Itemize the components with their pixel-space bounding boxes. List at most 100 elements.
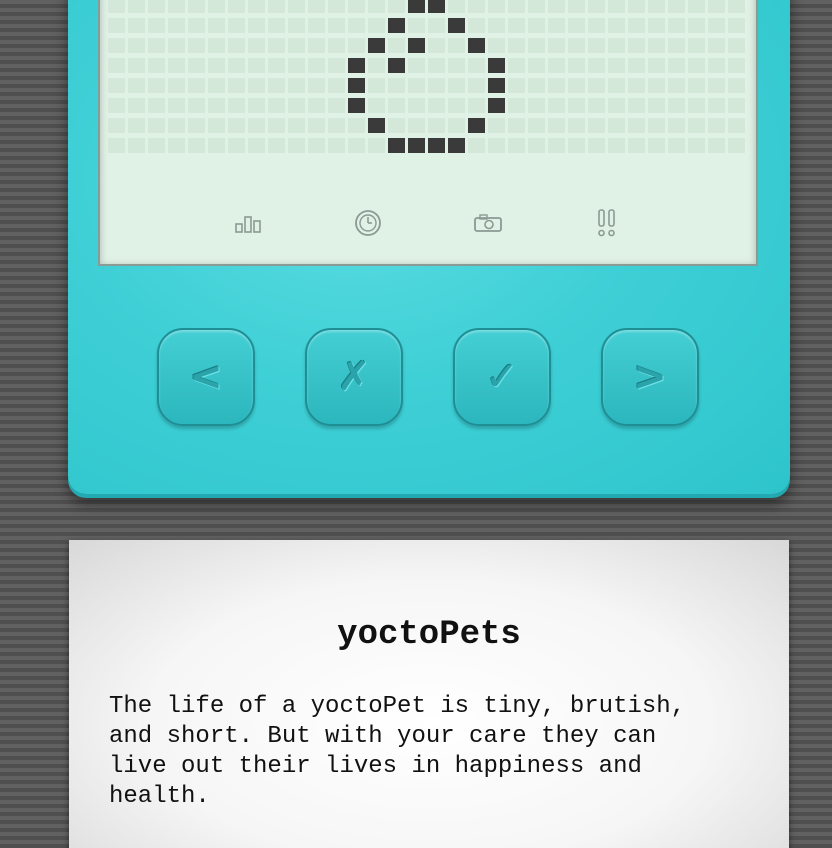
screen-pixel [428, 58, 445, 73]
confirm-button[interactable]: ✓ [453, 328, 551, 426]
screen-pixel [728, 78, 745, 93]
screen-pixel [648, 18, 665, 33]
screen-pixel [308, 18, 325, 33]
screen-pixel [548, 78, 565, 93]
screen-pixel [228, 78, 245, 93]
screen-pixel [328, 118, 345, 133]
screen-pixel [548, 138, 565, 153]
screen-pixel [448, 118, 465, 133]
screen-pixel [208, 98, 225, 113]
screen-pixel [188, 58, 205, 73]
screen-pixel [588, 38, 605, 53]
pet-pixel [408, 38, 425, 53]
info-card: yoctoPets The life of a yoctoPet is tiny… [69, 540, 789, 848]
screen-pixel [648, 78, 665, 93]
screen-pixel [268, 118, 285, 133]
screen-pixel [148, 18, 165, 33]
pet-pixel [388, 58, 405, 73]
screen-pixel [248, 58, 265, 73]
screen-pixel [508, 98, 525, 113]
screen-pixel [208, 18, 225, 33]
screen-pixel [148, 118, 165, 133]
screen-pixel [688, 38, 705, 53]
screen-pixel [228, 58, 245, 73]
screen-pixel [548, 18, 565, 33]
screen-pixel [688, 18, 705, 33]
pet-pixel [348, 98, 365, 113]
screen-pixel [248, 18, 265, 33]
screen-pixel [108, 138, 125, 153]
screen-pixel [408, 98, 425, 113]
screen-pixel [108, 58, 125, 73]
screen-pixel [388, 98, 405, 113]
status-icon-bar [100, 208, 756, 244]
prev-button-label: < [189, 354, 223, 400]
screen-pixel [228, 18, 245, 33]
screen-pixel [488, 38, 505, 53]
screen-pixel [568, 78, 585, 93]
cancel-button[interactable]: ✗ [305, 328, 403, 426]
screen-pixel [468, 138, 485, 153]
stats-icon[interactable] [234, 208, 264, 238]
screen-pixel [448, 0, 465, 13]
screen-pixel [308, 118, 325, 133]
screen-pixel [168, 58, 185, 73]
screen-pixel [488, 138, 505, 153]
screen-pixel [248, 98, 265, 113]
screen-pixel [688, 78, 705, 93]
screen-pixel [688, 98, 705, 113]
screen-pixel [208, 118, 225, 133]
device-screen [98, 0, 758, 266]
screen-pixel [708, 58, 725, 73]
screen-pixel [328, 98, 345, 113]
pet-pixel [448, 138, 465, 153]
pet-pixel [388, 18, 405, 33]
screen-pixel [108, 0, 125, 13]
screen-pixel [428, 18, 445, 33]
screen-pixel [288, 138, 305, 153]
screen-pixel [708, 18, 725, 33]
screen-pixel [288, 98, 305, 113]
camera-icon[interactable] [473, 208, 503, 238]
screen-pixel [688, 58, 705, 73]
screen-pixel [568, 0, 585, 13]
screen-pixel [268, 0, 285, 13]
screen-pixel [648, 0, 665, 13]
screen-pixel [248, 138, 265, 153]
screen-pixel [628, 78, 645, 93]
screen-pixel [508, 58, 525, 73]
screen-pixel [268, 38, 285, 53]
screen-pixel [588, 118, 605, 133]
screen-pixel [708, 138, 725, 153]
clock-icon[interactable] [353, 208, 383, 238]
pet-pixel [388, 138, 405, 153]
screen-pixel [408, 58, 425, 73]
screen-pixel [108, 78, 125, 93]
screen-pixel [528, 98, 545, 113]
screen-pixel [468, 18, 485, 33]
screen-pixel [428, 38, 445, 53]
screen-pixel [308, 0, 325, 13]
screen-pixel [568, 38, 585, 53]
next-button[interactable]: > [601, 328, 699, 426]
screen-pixel [128, 38, 145, 53]
next-button-label: > [633, 354, 667, 400]
screen-pixel [328, 0, 345, 13]
screen-pixel [188, 118, 205, 133]
screen-pixel [628, 18, 645, 33]
screen-pixel [128, 98, 145, 113]
page-title: yoctoPets [337, 616, 521, 654]
pet-pixel [488, 98, 505, 113]
screen-pixel [508, 138, 525, 153]
screen-pixel [168, 78, 185, 93]
pixel-display [108, 0, 748, 158]
screen-pixel [708, 98, 725, 113]
prev-button[interactable]: < [157, 328, 255, 426]
screen-pixel [288, 58, 305, 73]
screen-pixel [128, 18, 145, 33]
alert-icon[interactable] [592, 208, 622, 238]
pet-pixel [488, 78, 505, 93]
screen-pixel [248, 78, 265, 93]
screen-pixel [648, 58, 665, 73]
screen-pixel [308, 98, 325, 113]
